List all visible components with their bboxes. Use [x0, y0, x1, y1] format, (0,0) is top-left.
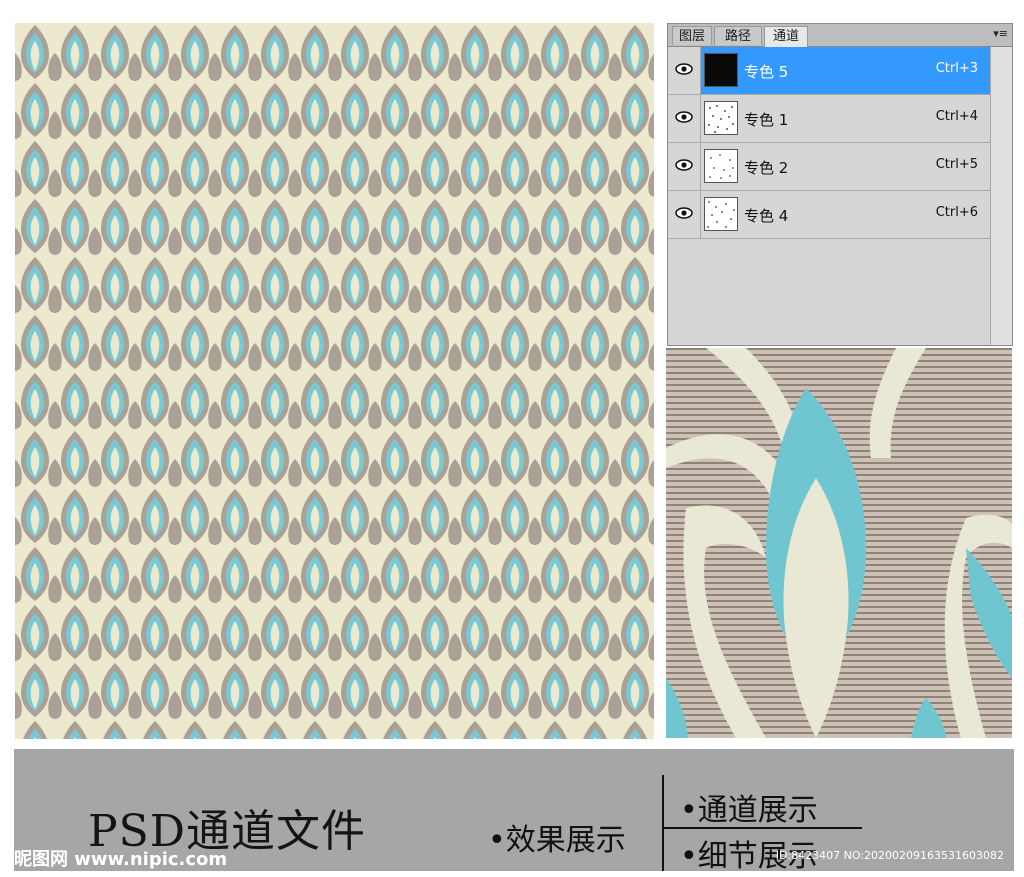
tab-channels[interactable]: 通道 — [764, 26, 808, 47]
channel-thumbnail — [704, 53, 738, 87]
channel-name: 专色 4 — [744, 207, 789, 225]
eye-icon — [675, 159, 693, 171]
tab-layers[interactable]: 图层 — [672, 26, 712, 45]
channel-thumbnail — [704, 197, 738, 231]
channels-label: •通道展示 — [680, 793, 818, 828]
divider-vertical — [662, 775, 664, 871]
channel-shortcut: Ctrl+5 — [935, 157, 978, 172]
visibility-toggle[interactable] — [668, 95, 701, 142]
channel-shortcut: Ctrl+6 — [935, 205, 978, 220]
eye-icon — [675, 63, 693, 75]
tab-paths[interactable]: 路径 — [714, 26, 762, 45]
site-watermark: 昵图网 www.nipic.com — [14, 849, 228, 870]
panel-scrollbar[interactable] — [990, 47, 1012, 345]
damask-pattern — [15, 23, 654, 739]
channel-row-spot1[interactable]: 专色 1 Ctrl+4 — [668, 95, 990, 143]
bottom-banner: PSD通道文件 •效果展示 •通道展示 •细节展示 昵图网 www.nipic.… — [14, 749, 1014, 874]
channel-shortcut: Ctrl+3 — [935, 61, 978, 76]
channel-name: 专色 2 — [744, 159, 789, 177]
detail-pattern — [666, 348, 1012, 738]
channel-name: 专色 5 — [744, 63, 789, 81]
eye-icon — [675, 111, 693, 123]
channel-thumbnail — [704, 101, 738, 135]
channel-row-spot2[interactable]: 专色 2 Ctrl+5 — [668, 143, 990, 191]
eye-icon — [675, 207, 693, 219]
panel-tabbar: 图层 路径 通道 ▾≡ — [668, 24, 1012, 47]
panel-menu-icon[interactable]: ▾≡ — [993, 27, 1008, 40]
channel-shortcut: Ctrl+4 — [935, 109, 978, 124]
visibility-toggle[interactable] — [668, 47, 701, 94]
visibility-toggle[interactable] — [668, 191, 701, 238]
effect-label: •效果展示 — [488, 823, 626, 858]
channel-name: 专色 1 — [744, 111, 789, 129]
visibility-toggle[interactable] — [668, 143, 701, 190]
channels-panel: 图层 路径 通道 ▾≡ 专色 5 Ctrl+3 专色 1 Ctrl+4 专色 2… — [667, 23, 1013, 346]
detail-zoom-preview — [666, 348, 1012, 738]
image-id: ID:8423407 NO:20200209163531603082 — [775, 849, 1004, 862]
channel-row-spot5[interactable]: 专色 5 Ctrl+3 — [668, 47, 990, 95]
channel-thumbnail — [704, 149, 738, 183]
channel-row-spot4[interactable]: 专色 4 Ctrl+6 — [668, 191, 990, 239]
pattern-preview — [15, 23, 654, 739]
